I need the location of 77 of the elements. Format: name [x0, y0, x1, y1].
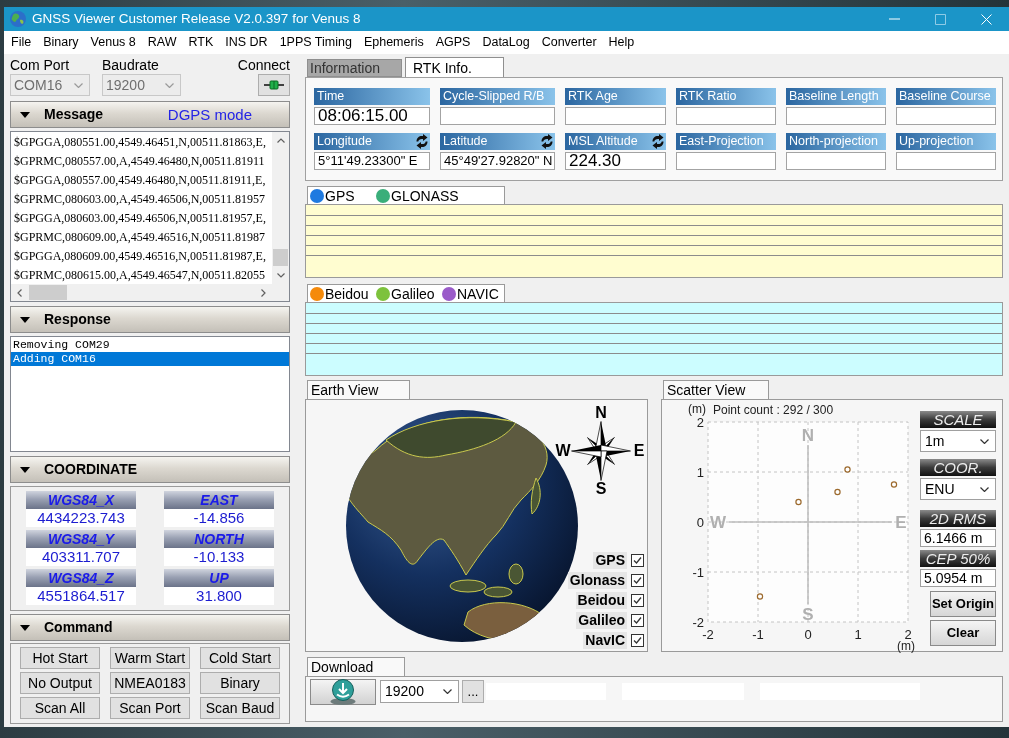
- coordinate-value: 31.800: [164, 587, 274, 605]
- coordinate-label: NORTH: [164, 530, 274, 548]
- coordinate-value: -14.856: [164, 509, 274, 527]
- nmea-sentence: $GPRMC,080609.00,A,4549.46516,N,00511.81987: [14, 229, 266, 246]
- direction-label: S: [802, 604, 814, 624]
- value-field: 5°11'49.23300" E: [314, 152, 430, 170]
- value-field: 45°49'27.92820" N: [440, 152, 555, 170]
- direction-label: W: [710, 513, 726, 532]
- nmea-sentence: $GPGGA,080609.00,4549.46516,N,00511.81987,E,: [14, 248, 267, 265]
- compass-letter: W: [555, 443, 571, 459]
- point-count-label: Point count : 292 / 300: [713, 403, 834, 417]
- tick-label: 1: [696, 464, 704, 480]
- field-label: East-Projection: [679, 134, 764, 149]
- rms-caption: 2D RMS: [920, 510, 996, 527]
- baudrate-label: Baudrate: [102, 57, 159, 73]
- coordinate-value: 403311.707: [26, 548, 136, 566]
- constellation-label: GLONASS: [391, 187, 459, 204]
- tick-label: -2: [702, 627, 714, 642]
- compass-letter: N: [594, 405, 608, 421]
- nmea-sentence: $GPRMC,080603.00,A,4549.46506,N,00511.81957: [14, 191, 266, 208]
- field-label: Cycle-Slipped R/B: [443, 89, 545, 104]
- constellation-label: Galileo: [391, 285, 435, 302]
- coordinate-label: WGS84_Z: [26, 569, 136, 587]
- field-label: Time: [317, 89, 345, 104]
- coordinate-label: WGS84_X: [26, 491, 136, 509]
- direction-label: N: [801, 425, 815, 445]
- nmea-sentence: $GPRMC,080615.00,A,4549.46547,N,00511.82055: [14, 267, 266, 284]
- checkbox-label: Glonass: [567, 571, 627, 589]
- window-title: GNSS Viewer Customer Release V2.0.397 for Venus 8: [32, 10, 361, 28]
- compass-letter: E: [632, 443, 646, 459]
- com-port-label: Com Port: [10, 57, 71, 73]
- direction-label: E: [895, 513, 907, 532]
- coordinate-system-caption: COOR.: [920, 459, 996, 476]
- coordinate-value: 4434223.743: [26, 509, 136, 527]
- coordinate-label: EAST: [164, 491, 274, 509]
- tick-label: -2: [692, 614, 704, 630]
- field-label: RTK Age: [568, 89, 618, 104]
- mode-label: DGPS mode: [167, 105, 252, 124]
- coordinate-label: UP: [164, 569, 274, 587]
- field-label: Longitude: [317, 134, 372, 149]
- field-label: Latitude: [443, 134, 488, 149]
- constellation-label: Beidou: [325, 285, 369, 302]
- tick-label: 0: [804, 627, 812, 642]
- field-label: Baseline Length: [789, 89, 879, 104]
- nmea-sentence: $GPGGA,080603.00,4549.46506,N,00511.81957,E,: [14, 210, 267, 227]
- tick-label: 2: [904, 627, 912, 642]
- checkbox-label: Galileo: [576, 611, 627, 629]
- field-label: Up-projection: [899, 134, 974, 149]
- connect-label: Connect: [237, 57, 290, 73]
- checkbox-label: NavIC: [583, 631, 627, 649]
- nmea-sentence: $GPGGA,080551.00,4549.46451,N,00511.81863,E,: [14, 134, 267, 151]
- constellation-label: GPS: [325, 187, 355, 204]
- cep-value-field: 5.0954 m: [920, 569, 996, 587]
- compass-letter: S: [594, 481, 608, 497]
- field-label: Baseline Course: [899, 89, 991, 104]
- tick-label: 1: [854, 627, 862, 642]
- field-label: RTK Ratio: [679, 89, 737, 104]
- nmea-sentence: $GPGGA,080557.00,4549.46480,N,00511.81911,E,: [14, 172, 267, 189]
- field-label: MSL Altitude: [568, 134, 638, 149]
- cep-caption: CEP 50%: [920, 550, 996, 567]
- coordinate-value: 4551864.517: [26, 587, 136, 605]
- nmea-sentence: $GPRMC,080557.00,A,4549.46480,N,00511.81911: [14, 153, 266, 170]
- scale-caption: SCALE: [920, 411, 996, 428]
- axis-label: (m): [688, 402, 706, 416]
- field-label: North-projection: [789, 134, 878, 149]
- checkbox-label: Beidou: [575, 591, 627, 609]
- constellation-label: NAVIC: [457, 285, 499, 302]
- rms-value-field: 6.1466 m: [920, 529, 996, 547]
- value-field: 224.30: [565, 152, 666, 170]
- tick-label: -1: [752, 627, 764, 642]
- axis-label: (m): [897, 639, 915, 653]
- tick-label: 0: [696, 514, 704, 530]
- checkbox-label: GPS: [593, 551, 627, 569]
- coordinate-label: WGS84_Y: [26, 530, 136, 548]
- coordinate-value: -10.133: [164, 548, 274, 566]
- value-field: 08:06:15.00: [314, 107, 430, 125]
- tick-label: -1: [692, 564, 704, 580]
